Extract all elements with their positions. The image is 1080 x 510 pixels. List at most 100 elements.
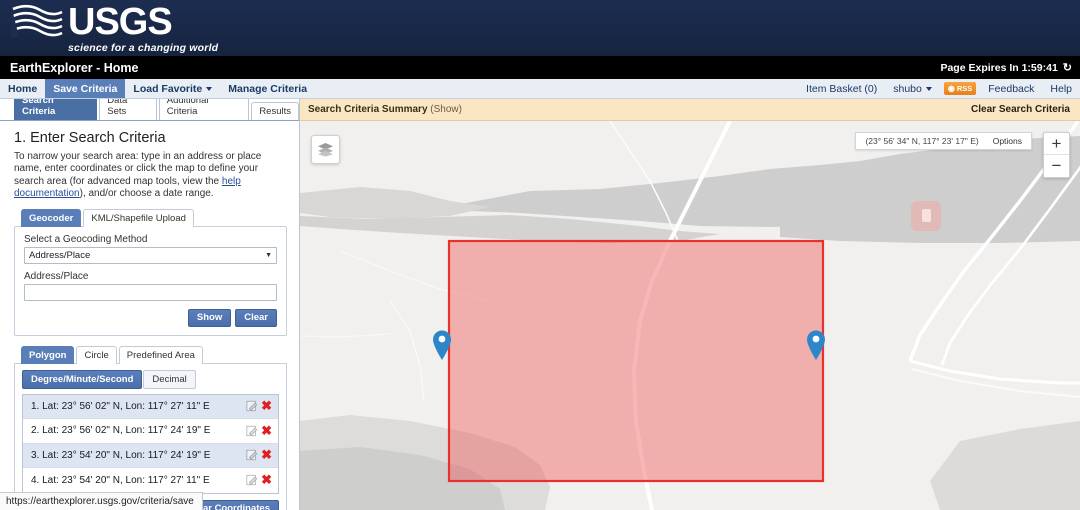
- unit-dms-button[interactable]: Degree/Minute/Second: [22, 369, 143, 389]
- map-options-link[interactable]: Options: [993, 136, 1022, 146]
- unit-toggle-group: Degree/Minute/Second Decimal: [22, 369, 279, 389]
- tab-predefined-area[interactable]: Predefined Area: [118, 345, 203, 364]
- coordinate-index: 1.: [31, 400, 40, 412]
- tab-polygon[interactable]: Polygon: [21, 345, 75, 364]
- usgs-tagline: science for a changing world: [68, 41, 219, 54]
- nav-item-save-criteria-label: Save Criteria: [53, 82, 118, 95]
- coordinate-text: 4. Lat: 23° 54' 20" N, Lon: 117° 27' 11"…: [31, 475, 210, 486]
- edit-icon[interactable]: [246, 425, 258, 437]
- usgs-logo[interactable]: USGS science for a changing world: [10, 3, 218, 54]
- map-canvas[interactable]: (23° 56' 34" N, 117° 23' 17" E) Options …: [300, 121, 1080, 510]
- polygon-vertex-marker-1[interactable]: [431, 329, 453, 361]
- help-label: Help: [1050, 82, 1072, 95]
- edit-icon[interactable]: [246, 449, 258, 461]
- tab-search-criteria[interactable]: Search Criteria: [14, 99, 98, 120]
- zoom-in-button[interactable]: +: [1044, 133, 1069, 155]
- edit-icon[interactable]: [246, 474, 258, 486]
- delete-icon[interactable]: ✖: [261, 399, 272, 412]
- tab-additional-criteria-label: Additional Criteria: [166, 99, 209, 117]
- tab-predefined-area-label: Predefined Area: [126, 349, 195, 361]
- table-row[interactable]: 3. Lat: 23° 54' 20" N, Lon: 117° 24' 19"…: [23, 443, 278, 469]
- nav-left-group: Home Save Criteria Load Favorite Manage …: [0, 79, 315, 98]
- show-button-label: Show: [196, 311, 223, 323]
- usgs-header: USGS science for a changing world: [0, 0, 1080, 56]
- coordinate-text: 2. Lat: 23° 56' 02" N, Lon: 117° 24' 19"…: [31, 425, 210, 436]
- chevron-down-icon: ▼: [265, 251, 272, 259]
- summary-title: Search Criteria Summary: [308, 104, 428, 115]
- map-pin-icon: [433, 330, 451, 360]
- cursor-coordinates: (23° 56' 34" N, 117° 23' 17" E): [865, 136, 979, 146]
- show-button[interactable]: Show: [187, 308, 232, 327]
- geocoder-tab-strip: Geocoder KML/Shapefile Upload: [14, 208, 287, 227]
- search-area-polygon: [447, 239, 825, 483]
- zoom-controls: + −: [1043, 132, 1070, 178]
- tab-geocoder-label: Geocoder: [29, 212, 74, 224]
- coordinate-value: Lat: 23° 56' 02" N, Lon: 117° 24' 19" E: [42, 425, 211, 437]
- layers-button[interactable]: [311, 135, 340, 164]
- nav-item-manage-criteria[interactable]: Manage Criteria: [220, 79, 315, 98]
- item-basket-label: Item Basket (0): [806, 82, 878, 95]
- table-row[interactable]: 2. Lat: 23° 56' 02" N, Lon: 117° 24' 19"…: [23, 419, 278, 444]
- search-sidebar: Search Criteria Data Sets Additional Cri…: [0, 99, 300, 510]
- feedback-link[interactable]: Feedback: [980, 79, 1042, 98]
- address-place-input[interactable]: [24, 283, 277, 301]
- user-menu[interactable]: shubo: [885, 79, 940, 98]
- sidebar-body: 1. Enter Search Criteria To narrow your …: [0, 121, 299, 510]
- rss-button[interactable]: ◉ RSS: [943, 82, 977, 95]
- tab-kml-shapefile-upload[interactable]: KML/Shapefile Upload: [83, 208, 194, 227]
- nav-item-load-favorite[interactable]: Load Favorite: [125, 79, 220, 98]
- zoom-out-button[interactable]: −: [1044, 155, 1069, 177]
- geocoding-method-select[interactable]: Address/Place ▼: [24, 246, 277, 264]
- session-expiry: Page Expires In 1:59:41 ↻: [940, 61, 1072, 75]
- coordinate-text: 3. Lat: 23° 54' 20" N, Lon: 117° 24' 19"…: [31, 450, 210, 461]
- row-actions: ✖: [246, 473, 272, 486]
- usgs-wave-icon: [11, 4, 63, 37]
- map-base-layer: [300, 121, 1080, 510]
- sidebar-heading: 1. Enter Search Criteria: [14, 130, 166, 146]
- coordinate-index: 4.: [31, 474, 40, 486]
- geocoding-method-value: Address/Place: [29, 249, 91, 261]
- tab-polygon-label: Polygon: [29, 349, 67, 361]
- rss-label: RSS: [956, 84, 973, 93]
- page-title: EarthExplorer - Home: [10, 60, 139, 75]
- nav-item-home[interactable]: Home: [0, 79, 45, 98]
- map-panel: Search Criteria Summary (Show) Clear Sea…: [300, 99, 1080, 510]
- delete-icon[interactable]: ✖: [261, 473, 272, 486]
- main-nav-bar: Home Save Criteria Load Favorite Manage …: [0, 79, 1080, 99]
- chevron-down-icon: [206, 86, 213, 91]
- chevron-down-icon: [925, 86, 932, 91]
- tab-additional-criteria[interactable]: Additional Criteria: [158, 99, 250, 120]
- usgs-wordmark: USGS: [68, 0, 173, 43]
- delete-icon[interactable]: ✖: [261, 424, 272, 437]
- help-link[interactable]: Help: [1042, 79, 1080, 98]
- table-row[interactable]: 1. Lat: 23° 56' 02" N, Lon: 117° 27' 11"…: [23, 394, 278, 420]
- tab-circle[interactable]: Circle: [76, 345, 117, 364]
- tab-geocoder[interactable]: Geocoder: [21, 208, 82, 227]
- clear-button[interactable]: Clear: [235, 308, 277, 327]
- tab-results[interactable]: Results: [251, 102, 299, 120]
- nav-item-save-criteria[interactable]: Save Criteria: [45, 79, 126, 98]
- unit-decimal-label: Decimal: [152, 373, 187, 385]
- coordinate-value: Lat: 23° 56' 02" N, Lon: 117° 27' 11" E: [42, 400, 210, 412]
- clear-search-criteria-link[interactable]: Clear Search Criteria: [971, 104, 1070, 115]
- tab-data-sets[interactable]: Data Sets: [99, 99, 157, 120]
- clear-button-label: Clear: [244, 311, 268, 323]
- coordinate-value: Lat: 23° 54' 20" N, Lon: 117° 24' 19" E: [42, 449, 211, 461]
- summary-show-toggle[interactable]: (Show): [430, 104, 462, 115]
- layers-icon: [318, 143, 333, 157]
- user-menu-label: shubo: [893, 82, 922, 95]
- coordinate-index: 2.: [31, 425, 40, 437]
- row-actions: ✖: [246, 424, 272, 437]
- tab-kml-label: KML/Shapefile Upload: [91, 212, 186, 224]
- sidebar-tab-strip: Search Criteria Data Sets Additional Cri…: [0, 99, 299, 121]
- item-basket-link[interactable]: Item Basket (0): [798, 79, 885, 98]
- table-row[interactable]: 4. Lat: 23° 54' 20" N, Lon: 117° 27' 11"…: [23, 468, 278, 493]
- edit-icon[interactable]: [246, 400, 258, 412]
- tab-data-sets-label: Data Sets: [107, 99, 128, 117]
- refresh-icon[interactable]: ↻: [1063, 61, 1072, 74]
- unit-decimal-button[interactable]: Decimal: [143, 369, 196, 389]
- delete-icon[interactable]: ✖: [261, 448, 272, 461]
- tab-circle-label: Circle: [84, 349, 109, 361]
- coordinates-card: Degree/Minute/Second Decimal 1. Lat: 23°…: [14, 362, 287, 510]
- polygon-vertex-marker-2[interactable]: [805, 329, 827, 361]
